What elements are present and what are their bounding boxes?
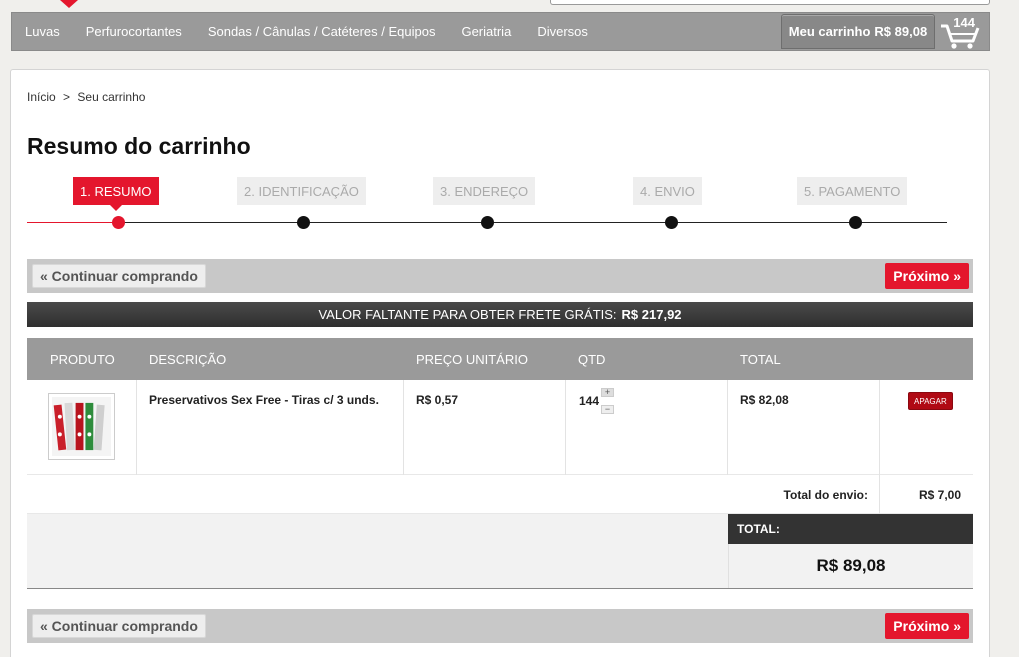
order-total-area: TOTAL: R$ 89,08 (27, 514, 973, 589)
step-dot-1 (112, 216, 125, 229)
bottom-action-bar: « Continuar comprando Próximo » (27, 609, 973, 643)
active-menu-indicator (60, 0, 78, 8)
delete-item-button[interactable]: APAGAR (908, 392, 953, 410)
free-shipping-label: VALOR FALTANTE PARA OBTER FRETE GRÁTIS: (318, 307, 617, 322)
nav-item-sondas[interactable]: Sondas / Cânulas / Catéteres / Equipos (195, 24, 449, 39)
continue-shopping-button[interactable]: « Continuar comprando (32, 614, 206, 638)
step-resumo: 1. RESUMO (73, 177, 159, 211)
page-title: Resumo do carrinho (27, 133, 251, 159)
nav-item-geriatria[interactable]: Geriatria (448, 24, 524, 39)
unit-price: R$ 0,57 (416, 393, 459, 407)
step-dot-2 (297, 216, 310, 229)
breadcrumb-home[interactable]: Início (27, 90, 56, 104)
col-product: PRODUTO (50, 351, 115, 367)
shipping-row: Total do envio: R$ 7,00 (27, 475, 973, 514)
cart-total: R$ 89,08 (874, 24, 928, 39)
cart-count-badge: 144 (953, 15, 975, 30)
free-shipping-banner: VALOR FALTANTE PARA OBTER FRETE GRÁTIS: … (27, 302, 973, 327)
order-total-label: TOTAL: (728, 514, 973, 544)
cart-panel: Início > Seu carrinho Resumo do carrinho… (10, 69, 990, 657)
step-dot-3 (481, 216, 494, 229)
steps-progress (27, 222, 119, 223)
order-total-value: R$ 89,08 (728, 544, 973, 588)
step-envio: 4. ENVIO (633, 177, 702, 205)
step-identificacao: 2. IDENTIFICAÇÃO (237, 177, 366, 205)
cart-summary-button[interactable]: Meu carrinho R$ 89,08 (781, 14, 935, 49)
top-action-bar: « Continuar comprando Próximo » (27, 259, 973, 293)
product-thumbnail[interactable] (48, 393, 115, 460)
free-shipping-value: R$ 217,92 (621, 307, 682, 322)
step-dot-5 (849, 216, 862, 229)
nav-item-perfurocortantes[interactable]: Perfurocortantes (73, 24, 195, 39)
qty-value[interactable]: 144 (579, 394, 599, 408)
breadcrumb-current: Seu carrinho (77, 90, 146, 104)
nav-item-diversos[interactable]: Diversos (524, 24, 601, 39)
col-description: DESCRIÇÃO (149, 351, 227, 367)
col-unit-price: PREÇO UNITÁRIO (416, 351, 528, 367)
divider (565, 380, 566, 475)
cart-table-header: PRODUTO DESCRIÇÃO PREÇO UNITÁRIO QTD TOT… (27, 338, 973, 380)
divider (136, 380, 137, 475)
row-total: R$ 82,08 (740, 393, 789, 407)
col-total: TOTAL (740, 351, 781, 367)
next-button[interactable]: Próximo » (885, 263, 969, 289)
cart-label: Meu carrinho (788, 24, 871, 39)
product-image (52, 397, 111, 456)
main-nav: Luvas Perfurocortantes Sondas / Cânulas … (11, 12, 990, 51)
shipping-value: R$ 7,00 (918, 488, 961, 502)
qty-decrease-button[interactable]: − (601, 405, 614, 414)
step-dot-4 (665, 216, 678, 229)
col-qty: QTD (578, 351, 606, 367)
qty-increase-button[interactable]: + (601, 388, 614, 397)
top-search-bar-edge (550, 0, 990, 5)
divider (879, 475, 880, 514)
shipping-label: Total do envio: (783, 488, 868, 502)
table-row: Preservativos Sex Free - Tiras c/ 3 unds… (27, 380, 973, 475)
continue-shopping-button[interactable]: « Continuar comprando (32, 264, 206, 288)
breadcrumb-separator: > (63, 90, 71, 104)
divider (879, 380, 880, 475)
step-endereco: 3. ENDEREÇO (433, 177, 536, 205)
step-pagamento: 5. PAGAMENTO (797, 177, 908, 205)
product-description-link[interactable]: Preservativos Sex Free - Tiras c/ 3 unds… (149, 393, 379, 407)
next-button[interactable]: Próximo » (885, 613, 969, 639)
nav-item-luvas[interactable]: Luvas (12, 24, 73, 39)
breadcrumb: Início > Seu carrinho (27, 90, 145, 104)
divider (727, 380, 728, 475)
divider (403, 380, 404, 475)
